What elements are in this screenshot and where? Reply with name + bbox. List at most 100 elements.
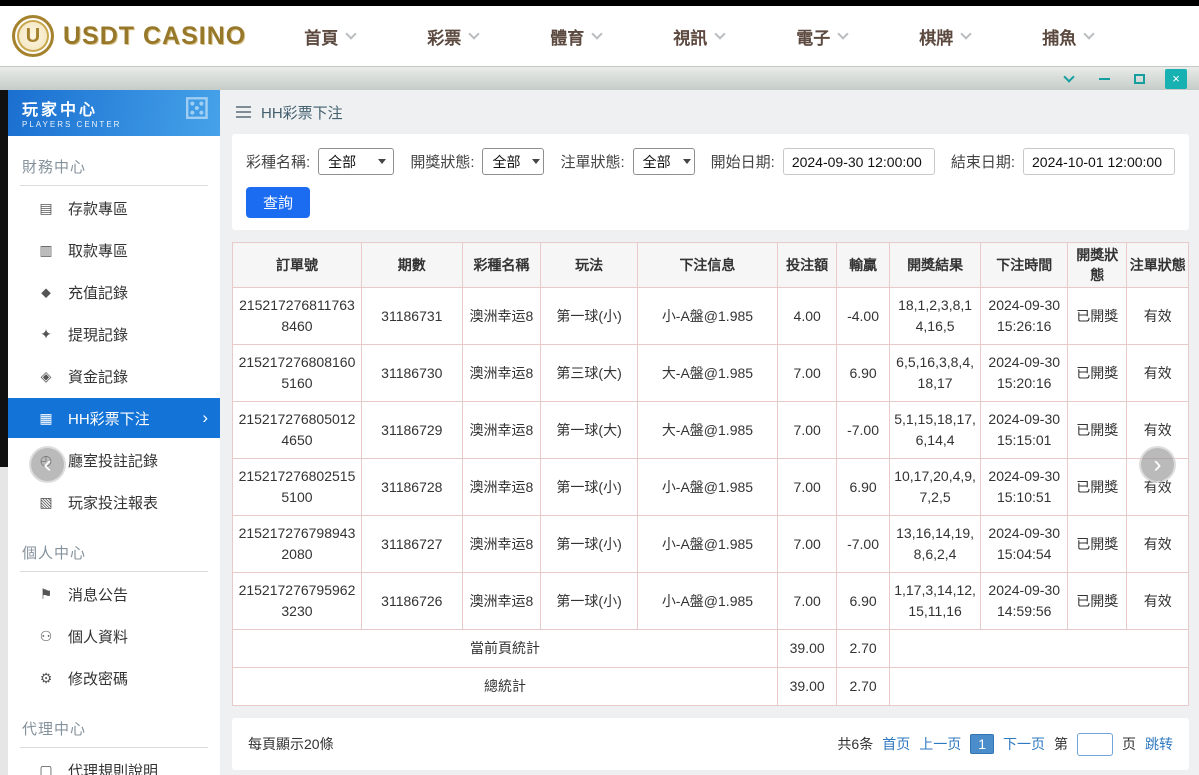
table-cell: 31186731 xyxy=(360,287,463,345)
table-cell: 2024-09-30 14:59:56 xyxy=(980,572,1069,630)
collapse-window-button[interactable] xyxy=(1060,70,1078,88)
filter-row: 彩種名稱: 全部 開獎狀態: 全部 注單狀態: 全部 開始日期: 結束日期: xyxy=(246,148,1175,175)
column-header: 投注額 xyxy=(776,242,838,288)
hamburger-menu-icon[interactable] xyxy=(236,106,251,118)
lottery-name-select[interactable]: 全部 xyxy=(318,148,395,175)
total-count-text: 共6条 xyxy=(837,736,874,752)
table-cell: 1,17,3,14,12,15,11,16 xyxy=(888,572,982,630)
pagination-bar: 每頁顯示20條 共6条 首页 上一页 1 下一页 第 页 跳转 xyxy=(232,718,1189,770)
current-page-indicator[interactable]: 1 xyxy=(970,734,994,754)
sidebar-item-funds-record[interactable]: ◈ 資金記錄 xyxy=(8,356,220,396)
column-header: 彩種名稱 xyxy=(461,242,542,288)
summary-label: 總統計 xyxy=(232,667,778,706)
table-cell: 7.00 xyxy=(776,344,838,402)
lottery-name-label: 彩種名稱: xyxy=(246,154,311,171)
table-cell: 澳洲幸运8 xyxy=(461,344,542,402)
table-cell: -7.00 xyxy=(836,515,890,573)
column-header: 訂單號 xyxy=(232,242,362,288)
nav-item-fishing[interactable]: 捕魚 xyxy=(1042,24,1095,49)
chevron-right-icon: › xyxy=(202,408,208,427)
draw-status-select[interactable]: 全部 xyxy=(482,148,545,175)
table-cell: 澳洲幸运8 xyxy=(461,287,542,345)
sidebar-item-recharge-record[interactable]: ⬥ 充值記錄 xyxy=(8,272,220,312)
table-cell: 7.00 xyxy=(776,401,838,459)
site-logo[interactable]: U USDT CASINO xyxy=(12,15,246,57)
start-date-label: 開始日期: xyxy=(710,154,775,171)
scroll-right-button[interactable]: › xyxy=(1139,446,1176,483)
sidebar-title: 玩家中心 xyxy=(22,102,99,119)
nav-item-label: 彩票 xyxy=(427,28,462,48)
chevron-left-icon: ‹ xyxy=(43,450,52,478)
chevron-down-icon xyxy=(345,28,357,40)
table-cell: 小-A盤@1.985 xyxy=(636,458,778,516)
draw-status-label: 開獎狀態: xyxy=(410,154,475,171)
sidebar-item-announcements[interactable]: ⚑ 消息公告 xyxy=(8,574,220,614)
nav-item-chess[interactable]: 棋牌 xyxy=(919,24,972,49)
sidebar-section-title: 財務中心 xyxy=(20,152,208,186)
sidebar-item-label: 取款專區 xyxy=(68,242,129,260)
first-page-link[interactable]: 首页 xyxy=(882,734,910,754)
order-status-select[interactable]: 全部 xyxy=(632,148,695,175)
sidebar-item-label: 充值記錄 xyxy=(68,284,129,302)
table-cell: 有效 xyxy=(1126,515,1189,573)
search-button[interactable]: 查詢 xyxy=(246,187,311,218)
table-cell: 31186727 xyxy=(360,515,463,573)
end-date-label: 結束日期: xyxy=(950,154,1015,171)
table-cell: 2152172768025155100 xyxy=(232,458,362,516)
table-cell: 有效 xyxy=(1126,287,1189,345)
summary-bet-total: 39.00 xyxy=(776,629,838,668)
table-cell: 已開獎 xyxy=(1067,287,1128,345)
table-cell: 2024-09-30 15:20:16 xyxy=(980,344,1069,402)
sidebar-item-deposit[interactable]: ▤ 存款專區 xyxy=(8,188,220,228)
chevron-down-icon xyxy=(1083,28,1095,40)
announcements-icon: ⚑ xyxy=(39,585,53,602)
column-header: 注單狀態 xyxy=(1126,242,1189,288)
sidebar-item-change-password[interactable]: ⚙ 修改密碼 xyxy=(8,658,220,698)
start-date-input[interactable] xyxy=(782,148,935,175)
select-caret-icon xyxy=(532,159,541,164)
nav-item-slots[interactable]: 電子 xyxy=(796,24,849,49)
sidebar-item-player-bet-report[interactable]: ▧ 玩家投注報表 xyxy=(8,482,220,522)
sidebar-item-agent-rules[interactable]: ▢ 代理規則說明 xyxy=(8,750,220,775)
scroll-left-button[interactable]: ‹ xyxy=(29,446,66,483)
sidebar-item-hh-lottery-bets[interactable]: ▦ HH彩票下注 › xyxy=(8,398,220,438)
minimize-button[interactable] xyxy=(1095,70,1113,88)
nav-item-lottery[interactable]: 彩票 xyxy=(427,24,480,49)
sidebar-item-profile[interactable]: ⚇ 個人資料 xyxy=(8,616,220,656)
page-label-before: 第 xyxy=(1054,736,1068,752)
table-cell: 31186726 xyxy=(360,572,463,630)
column-header: 期數 xyxy=(360,242,463,288)
table-cell: 2152172768050124650 xyxy=(232,401,362,459)
end-date-input[interactable] xyxy=(1023,148,1175,175)
agent-rules-icon: ▢ xyxy=(39,761,53,775)
maximize-button[interactable] xyxy=(1130,70,1148,88)
order-status-select-value: 全部 xyxy=(642,153,671,170)
next-page-link[interactable]: 下一页 xyxy=(1003,734,1045,754)
nav-item-label: 視訊 xyxy=(673,28,708,48)
prev-page-link[interactable]: 上一页 xyxy=(919,734,961,754)
summary-row: 當前頁統計 39.00 2.70 xyxy=(232,629,1190,668)
nav-item-live[interactable]: 視訊 xyxy=(673,24,726,49)
column-header: 開獎狀態 xyxy=(1067,242,1128,288)
jump-page-input[interactable] xyxy=(1077,732,1113,756)
table-cell: 澳洲幸运8 xyxy=(461,458,542,516)
minimize-icon xyxy=(1098,77,1110,80)
table-row: 2152172768117638460 31186731 澳洲幸运8 第一球(小) 小-… xyxy=(232,287,1189,345)
table-cell: 第一球(小) xyxy=(540,458,638,516)
sidebar-item-withdraw-record[interactable]: ✦ 提現記錄 xyxy=(8,314,220,354)
table-cell: 2024-09-30 15:04:54 xyxy=(980,515,1069,573)
column-header: 玩法 xyxy=(540,242,638,288)
sidebar-item-label: 代理規則說明 xyxy=(68,762,159,775)
nav-item-sports[interactable]: 體育 xyxy=(550,24,603,49)
sidebar-item-withdraw[interactable]: ▥ 取款專區 xyxy=(8,230,220,270)
close-button[interactable]: × xyxy=(1165,68,1187,89)
jump-button[interactable]: 跳转 xyxy=(1145,734,1173,754)
sidebar-item-label: 資金記錄 xyxy=(68,368,129,386)
nav-item-label: 棋牌 xyxy=(919,28,954,48)
table-cell: 澳洲幸运8 xyxy=(461,572,542,630)
table-cell: 大-A盤@1.985 xyxy=(636,344,778,402)
nav-item-home[interactable]: 首頁 xyxy=(304,24,357,49)
table-cell: 第三球(大) xyxy=(540,344,638,402)
table-cell: 已開獎 xyxy=(1067,401,1128,459)
sidebar-item-label: 修改密碼 xyxy=(68,670,129,688)
